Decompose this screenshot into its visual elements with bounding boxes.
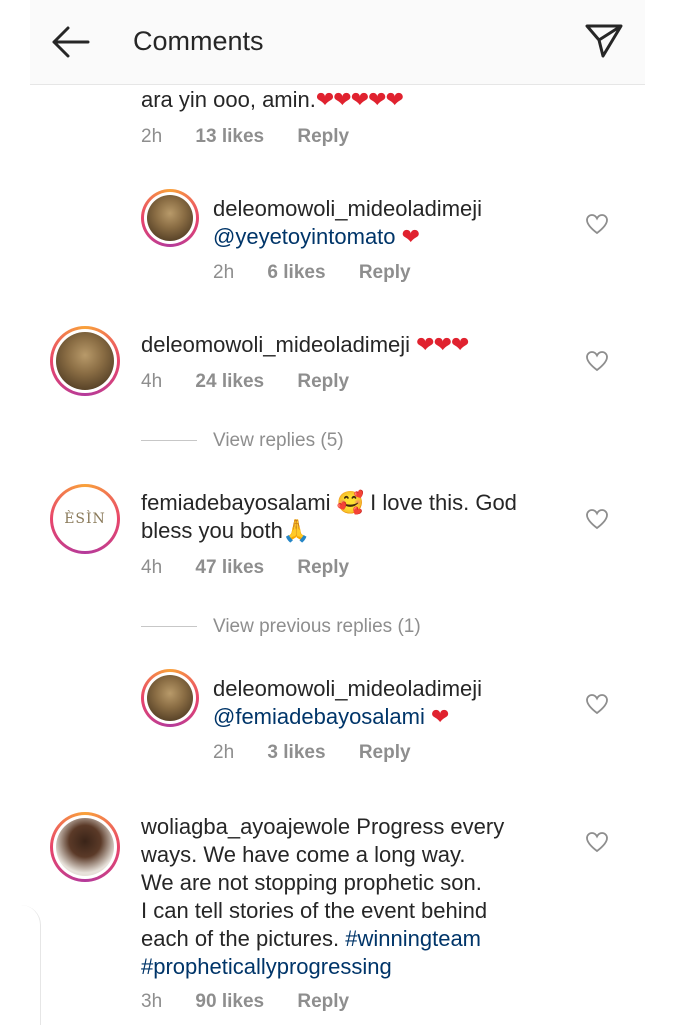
comment-text: We are not stopping prophetic son. <box>141 870 482 895</box>
username[interactable]: deleomowoli_mideoladimeji <box>213 196 482 221</box>
avatar[interactable] <box>141 189 199 247</box>
heart-outline-icon[interactable] <box>585 508 609 530</box>
avatar[interactable] <box>50 812 120 882</box>
comment-text: Progress every <box>356 814 505 839</box>
username[interactable]: femiadebayosalami <box>141 490 331 515</box>
partial-comment-text: ara yin ooo, amin.❤❤❤❤❤ <box>141 87 404 112</box>
username[interactable]: deleomowoli_mideoladimeji <box>213 676 482 701</box>
hearts-emoji: ❤❤❤❤❤ <box>315 87 404 112</box>
comment-text: 🥰 I love this. God <box>336 490 517 515</box>
heart-outline-icon[interactable] <box>585 350 609 372</box>
mention-link[interactable]: @yeyetoyintomato <box>213 224 396 249</box>
heart-outline-icon[interactable] <box>585 693 609 715</box>
reply-button[interactable]: Reply <box>297 126 349 147</box>
divider-line <box>141 626 197 628</box>
send-icon[interactable] <box>583 20 625 62</box>
hearts-emoji: ❤ <box>431 704 449 729</box>
comment-meta: 2h 6 likes Reply <box>213 262 439 284</box>
reply-button[interactable]: Reply <box>359 262 411 283</box>
likes-count[interactable]: 47 likes <box>195 557 264 578</box>
likes-count[interactable]: 6 likes <box>267 262 325 283</box>
comment-text: I can tell stories of the event behind <box>141 898 488 923</box>
likes-count[interactable]: 24 likes <box>195 371 264 392</box>
hashtag-link[interactable]: #winningteam <box>345 926 481 951</box>
reply-button[interactable]: Reply <box>297 371 349 392</box>
reply-button[interactable]: Reply <box>297 991 349 1012</box>
likes-count[interactable]: 13 likes <box>195 126 264 147</box>
comment: woliagba_ayoajewole Progress every ways.… <box>141 813 601 981</box>
partial-comment-meta: 2h 13 likes Reply <box>141 126 377 148</box>
comment-meta: 4h 24 likes Reply <box>141 371 377 393</box>
reply-button[interactable]: Reply <box>359 742 411 763</box>
heart-outline-icon[interactable] <box>585 213 609 235</box>
hashtag-link[interactable]: #propheticallyprogressing <box>141 954 392 979</box>
divider-line <box>141 440 197 442</box>
app-header: Comments <box>30 0 645 85</box>
comment-text: ways. We have come a long way. <box>141 842 466 867</box>
avatar[interactable] <box>141 669 199 727</box>
comment: femiadebayosalami 🥰 I love this. God ble… <box>141 489 517 545</box>
mention-link[interactable]: @femiadebayosalami <box>213 704 425 729</box>
view-previous-replies-button[interactable]: View previous replies (1) <box>141 616 421 638</box>
likes-count[interactable]: 3 likes <box>267 742 325 763</box>
hearts-emoji: ❤❤❤ <box>416 332 469 357</box>
reply-comment: deleomowoli_mideoladimeji @femiadebayosa… <box>213 675 482 731</box>
comment-time: 2h <box>213 262 235 283</box>
comment-time: 4h <box>141 557 163 578</box>
comment-text: bless you both🙏 <box>141 518 311 543</box>
hearts-emoji: ❤ <box>401 224 420 249</box>
screen-edge-overlay <box>0 905 41 1025</box>
page-title: Comments <box>133 26 264 56</box>
reply-button[interactable]: Reply <box>297 557 349 578</box>
comment-time: 2h <box>213 742 235 763</box>
comment-time: 2h <box>141 126 163 147</box>
username[interactable]: woliagba_ayoajewole <box>141 814 350 839</box>
back-arrow-icon[interactable] <box>48 22 92 62</box>
avatar[interactable]: ÈSÌN <box>50 484 120 554</box>
reply-comment: deleomowoli_mideoladimeji @yeyetoyintoma… <box>213 195 482 251</box>
comment-meta: 4h 47 likes Reply <box>141 557 377 579</box>
avatar[interactable] <box>50 326 120 396</box>
view-replies-button[interactable]: View replies (5) <box>141 430 344 452</box>
comment-meta: 3h 90 likes Reply <box>141 991 377 1013</box>
comment-meta: 2h 3 likes Reply <box>213 742 439 764</box>
comment-time: 3h <box>141 991 163 1012</box>
likes-count[interactable]: 90 likes <box>195 991 264 1012</box>
comment: deleomowoli_mideoladimeji ❤❤❤ <box>141 331 469 359</box>
username[interactable]: deleomowoli_mideoladimeji <box>141 332 410 357</box>
comment-text: each of the pictures. <box>141 926 340 951</box>
comment-time: 4h <box>141 371 163 392</box>
heart-outline-icon[interactable] <box>585 831 609 853</box>
